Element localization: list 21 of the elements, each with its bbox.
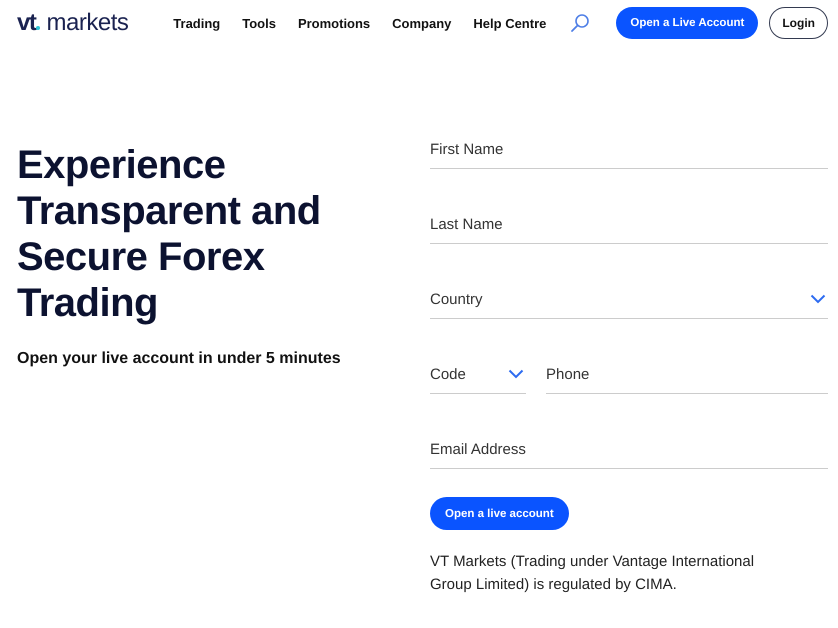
hero-title: Experience Transparent and Secure Forex Trading xyxy=(17,142,322,326)
input-field[interactable]: Last Name xyxy=(430,205,828,244)
chevron-down-icon xyxy=(508,369,524,379)
input-field[interactable]: Phone xyxy=(546,355,828,394)
nav-link[interactable]: Company xyxy=(392,16,452,30)
input-field[interactable]: First Name xyxy=(430,130,828,169)
login-button[interactable]: Login xyxy=(769,7,828,39)
submit-button[interactable]: Open a live account xyxy=(430,497,569,530)
open-account-button[interactable]: Open a Live Account xyxy=(616,7,758,39)
nav-link[interactable]: Tools xyxy=(242,16,276,30)
hero-subtitle: Open your live account in under 5 minutes xyxy=(17,350,342,368)
input-field[interactable]: Email Address xyxy=(430,430,828,469)
select-field[interactable]: Code xyxy=(430,355,526,394)
logo[interactable]: vt markets xyxy=(17,9,128,37)
nav-link[interactable]: Trading xyxy=(173,16,220,30)
nav-link[interactable]: Help Centre xyxy=(473,16,546,30)
nav-link[interactable]: Promotions xyxy=(298,16,370,30)
search-icon[interactable] xyxy=(570,13,590,33)
disclaimer-text: VT Markets (Trading under Vantage International Group Limited) is regulated by CIMA. xyxy=(430,552,756,595)
chevron-down-icon xyxy=(810,294,826,304)
select-field[interactable]: Country xyxy=(430,280,828,319)
